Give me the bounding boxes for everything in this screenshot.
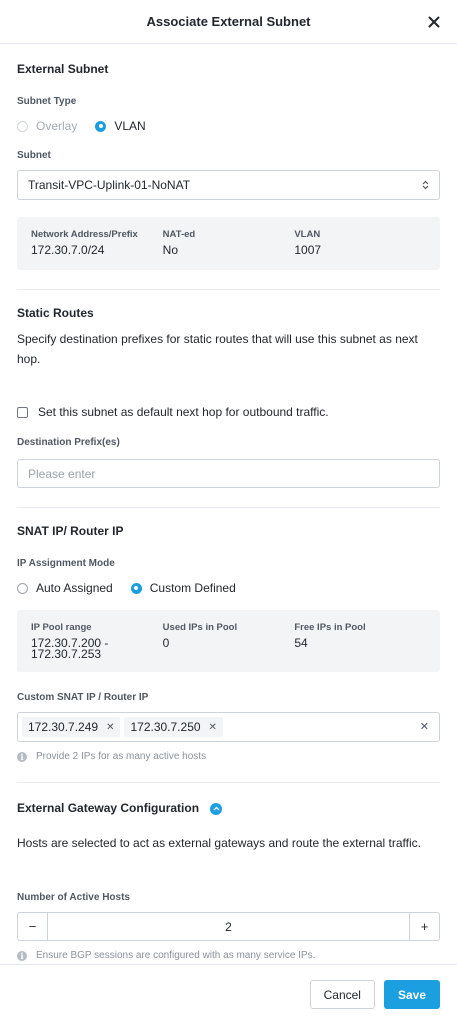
clear-all-icon[interactable]: ✕ <box>420 720 429 733</box>
destination-prefix-placeholder: Please enter <box>28 466 96 481</box>
close-icon[interactable] <box>425 13 443 31</box>
info-ip-pool-range: IP Pool range 172.30.7.200 - 172.30.7.25… <box>31 622 163 660</box>
subnet-info-box: Network Address/Prefix 172.30.7.0/24 NAT… <box>17 217 440 270</box>
info-label: IP Pool range <box>31 622 92 633</box>
active-hosts-stepper: − 2 + <box>17 912 440 941</box>
default-next-hop-label[interactable]: Set this subnet as default next hop for … <box>38 405 329 419</box>
radio-vlan-label: VLAN <box>114 119 146 133</box>
ip-assignment-radio-group: Auto Assigned Custom Defined <box>17 581 440 595</box>
gateway-hint: i Ensure BGP sessions are configured wit… <box>17 950 440 961</box>
increment-button[interactable]: + <box>409 913 439 940</box>
info-label: Used IPs in Pool <box>162 622 238 633</box>
radio-custom-defined[interactable]: Custom Defined <box>130 581 236 595</box>
info-vlan: VLAN 1007 <box>294 229 426 258</box>
cancel-button[interactable]: Cancel <box>309 980 375 1009</box>
info-nated: NAT-ed No <box>163 229 295 258</box>
ip-tag-label: 172.30.7.250 <box>130 720 201 734</box>
gateway-title-row: External Gateway Configuration <box>17 801 440 815</box>
radio-overlay[interactable]: Overlay <box>17 119 77 133</box>
ip-tag: 172.30.7.250 ✕ <box>124 717 223 737</box>
gateway-hint-text: Ensure BGP sessions are configured with … <box>36 950 316 961</box>
section-divider <box>17 507 440 508</box>
info-network-address: Network Address/Prefix 172.30.7.0/24 <box>31 229 163 258</box>
snat-title: SNAT IP/ Router IP <box>17 524 124 538</box>
ip-pool-info-box: IP Pool range 172.30.7.200 - 172.30.7.25… <box>17 610 440 672</box>
custom-snat-ip-label: Custom SNAT IP / Router IP <box>17 692 149 703</box>
radio-indicator <box>95 120 107 132</box>
radio-auto-assigned[interactable]: Auto Assigned <box>17 581 113 595</box>
active-hosts-label: Number of Active Hosts <box>17 892 130 903</box>
ip-assignment-mode-label: IP Assignment Mode <box>17 558 115 569</box>
radio-vlan[interactable]: VLAN <box>95 119 146 133</box>
destination-prefix-input[interactable]: Please enter <box>17 459 440 488</box>
remove-tag-icon[interactable]: ✕ <box>209 722 217 733</box>
info-free-ips: Free IPs in Pool 54 <box>294 622 426 660</box>
info-value: 54 <box>294 636 308 650</box>
remove-tag-icon[interactable]: ✕ <box>106 722 114 733</box>
active-hosts-value[interactable]: 2 <box>48 913 409 940</box>
subnet-type-radio-group: Overlay VLAN <box>17 119 440 133</box>
default-next-hop-row: Set this subnet as default next hop for … <box>17 405 440 419</box>
custom-snat-ip-input[interactable]: 172.30.7.249 ✕ 172.30.7.250 ✕ ✕ <box>17 712 440 742</box>
dialog-title: Associate External Subnet <box>146 14 311 29</box>
info-value: No <box>162 243 179 257</box>
info-label: Free IPs in Pool <box>294 622 366 633</box>
info-value: 172.30.7.200 - 172.30.7.253 <box>31 636 109 661</box>
subnet-select-value: Transit-VPC-Uplink-01-NoNAT <box>28 178 191 192</box>
info-value: 0 <box>162 636 170 650</box>
collapse-chevron-icon[interactable] <box>210 802 223 815</box>
dialog-body[interactable]: External Subnet Subnet Type Overlay VLAN… <box>0 45 457 964</box>
gateway-description: Hosts are selected to act as external ga… <box>17 836 421 850</box>
info-icon: i <box>17 950 27 961</box>
dialog-footer: Cancel Save <box>0 964 457 1024</box>
destination-prefix-label: Destination Prefix(es) <box>17 437 120 448</box>
radio-indicator <box>130 582 142 594</box>
static-routes-title: Static Routes <box>17 306 94 320</box>
info-value: 172.30.7.0/24 <box>31 243 105 257</box>
subnet-select[interactable]: Transit-VPC-Uplink-01-NoNAT <box>17 170 440 200</box>
info-label: Network Address/Prefix <box>31 229 138 240</box>
subnet-label: Subnet <box>17 150 51 161</box>
info-used-ips: Used IPs in Pool 0 <box>163 622 295 660</box>
save-button[interactable]: Save <box>383 980 440 1009</box>
radio-custom-defined-label: Custom Defined <box>149 581 236 595</box>
select-caret-icon <box>422 180 429 190</box>
info-label: VLAN <box>294 229 321 240</box>
radio-auto-assigned-label: Auto Assigned <box>36 581 113 595</box>
static-routes-description: Specify destination prefixes for static … <box>17 332 418 366</box>
info-value: 1007 <box>294 243 322 257</box>
ip-tag-label: 172.30.7.249 <box>28 720 99 734</box>
radio-overlay-label: Overlay <box>36 119 78 133</box>
dialog-header: Associate External Subnet <box>0 0 457 44</box>
external-subnet-title: External Subnet <box>17 62 109 76</box>
ip-tag: 172.30.7.249 ✕ <box>22 717 121 737</box>
radio-indicator <box>17 120 28 132</box>
section-divider <box>17 289 440 290</box>
section-divider <box>17 782 440 783</box>
info-icon: i <box>17 751 27 762</box>
subnet-type-label: Subnet Type <box>17 96 77 107</box>
decrement-button[interactable]: − <box>18 913 48 940</box>
snat-hint-text: Provide 2 IPs for as many active hosts <box>36 751 207 762</box>
info-label: NAT-ed <box>162 229 196 240</box>
default-next-hop-checkbox[interactable] <box>17 406 28 418</box>
snat-hint: i Provide 2 IPs for as many active hosts <box>17 751 440 762</box>
radio-indicator <box>17 582 28 594</box>
gateway-title: External Gateway Configuration <box>17 801 200 815</box>
